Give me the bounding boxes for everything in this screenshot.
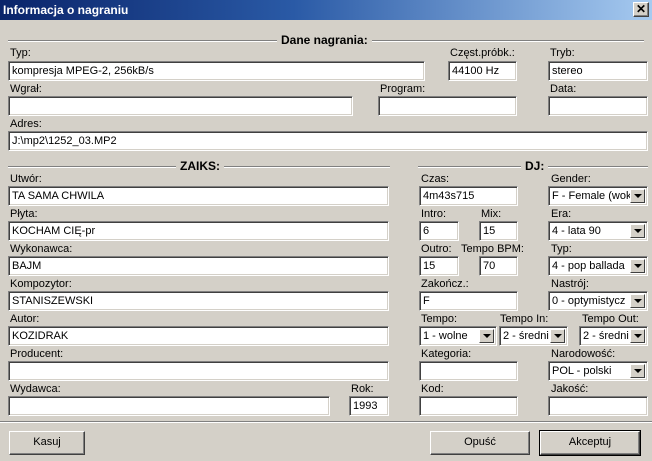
gender-value: F - Female (wok bbox=[552, 190, 632, 202]
intro-field[interactable]: 6 bbox=[419, 221, 459, 241]
type-label: Typ: bbox=[10, 47, 31, 59]
mode-label: Tryb: bbox=[550, 47, 575, 59]
tempo-in-value: 2 - średni bbox=[503, 330, 549, 342]
program-field[interactable] bbox=[378, 96, 517, 116]
title-bar: Informacja o nagraniu ✕ bbox=[0, 0, 652, 20]
bpm-label: Tempo BPM: bbox=[461, 243, 524, 255]
code-field[interactable] bbox=[419, 396, 518, 416]
date-field[interactable] bbox=[548, 96, 648, 116]
mode-field[interactable]: stereo bbox=[548, 61, 648, 81]
intro-label: Intro: bbox=[421, 208, 447, 220]
tempo-out-value: 2 - średni bbox=[583, 330, 629, 342]
tempo-out-select[interactable]: 2 - średni bbox=[579, 326, 648, 346]
era-label: Era: bbox=[551, 208, 572, 220]
date-label: Data: bbox=[550, 83, 577, 95]
separator bbox=[0, 421, 652, 423]
tempo-select[interactable]: 1 - wolne bbox=[419, 326, 497, 346]
tempo-in-label: Tempo In: bbox=[500, 313, 549, 325]
section-recording: Dane nagrania: bbox=[277, 33, 372, 47]
quality-field[interactable] bbox=[548, 396, 648, 416]
composer-label: Kompozytor: bbox=[10, 278, 72, 290]
chevron-down-icon[interactable] bbox=[550, 329, 565, 343]
chevron-down-icon[interactable] bbox=[630, 329, 645, 343]
chevron-down-icon[interactable] bbox=[630, 189, 645, 203]
title-label: Utwór: bbox=[10, 173, 42, 185]
chevron-down-icon[interactable] bbox=[630, 364, 645, 378]
gender-select[interactable]: F - Female (wok bbox=[548, 186, 648, 206]
loader-label: Wgrał: bbox=[10, 83, 42, 95]
title-field[interactable]: TA SAMA CHWILA bbox=[8, 186, 389, 206]
window-title: Informacja o nagraniu bbox=[3, 3, 129, 17]
genre-type-value: 4 - pop ballada bbox=[552, 260, 625, 272]
chevron-down-icon[interactable] bbox=[630, 294, 645, 308]
performer-field[interactable]: BAJM bbox=[8, 256, 389, 276]
year-field[interactable]: 1993 bbox=[349, 396, 389, 416]
clear-button[interactable]: Kasuj bbox=[9, 431, 85, 455]
nationality-value: POL - polski bbox=[552, 365, 612, 377]
author-label: Autor: bbox=[10, 313, 40, 325]
chevron-down-icon[interactable] bbox=[630, 224, 645, 238]
section-dj: DJ: bbox=[521, 159, 549, 173]
tempo-value: 1 - wolne bbox=[423, 330, 468, 342]
ending-field[interactable]: F bbox=[419, 291, 518, 311]
genre-type-label: Typ: bbox=[551, 243, 572, 255]
gender-label: Gender: bbox=[551, 173, 591, 185]
bpm-field[interactable]: 70 bbox=[479, 256, 518, 276]
address-label: Adres: bbox=[10, 118, 42, 130]
outro-field[interactable]: 15 bbox=[419, 256, 459, 276]
type-field[interactable]: kompresja MPEG-2, 256kB/s bbox=[8, 61, 425, 81]
author-field[interactable]: KOZIDRAK bbox=[8, 326, 389, 346]
cancel-button[interactable]: Opuść bbox=[430, 431, 530, 455]
chevron-down-icon[interactable] bbox=[479, 329, 494, 343]
nationality-select[interactable]: POL - polski bbox=[548, 361, 648, 381]
era-value: 4 - lata 90 bbox=[552, 225, 601, 237]
loader-field[interactable] bbox=[8, 96, 353, 116]
category-label: Kategoria: bbox=[421, 348, 472, 360]
year-label: Rok: bbox=[351, 383, 374, 395]
album-field[interactable]: KOCHAM CIĘ-pr bbox=[8, 221, 389, 241]
category-field[interactable] bbox=[419, 361, 518, 381]
tempo-in-select[interactable]: 2 - średni bbox=[499, 326, 568, 346]
close-icon[interactable]: ✕ bbox=[633, 2, 649, 17]
outro-label: Outro: bbox=[421, 243, 452, 255]
sample-rate-label: Częst.próbk.: bbox=[450, 47, 515, 59]
publisher-label: Wydawca: bbox=[10, 383, 61, 395]
era-select[interactable]: 4 - lata 90 bbox=[548, 221, 648, 241]
mood-label: Nastrój: bbox=[551, 278, 589, 290]
code-label: Kod: bbox=[421, 383, 444, 395]
section-zaiks: ZAIKS: bbox=[176, 159, 224, 173]
chevron-down-icon[interactable] bbox=[630, 259, 645, 273]
nationality-label: Narodowość: bbox=[551, 348, 616, 360]
mix-label: Mix: bbox=[481, 208, 502, 220]
producer-field[interactable] bbox=[8, 361, 389, 381]
time-field[interactable]: 4m43s715 bbox=[419, 186, 518, 206]
ending-label: Zakończ.: bbox=[421, 278, 469, 290]
publisher-field[interactable] bbox=[8, 396, 330, 416]
performer-label: Wykonawca: bbox=[10, 243, 73, 255]
mood-select[interactable]: 0 - optymistycz bbox=[548, 291, 648, 311]
genre-type-select[interactable]: 4 - pop ballada bbox=[548, 256, 648, 276]
program-label: Program: bbox=[380, 83, 426, 95]
producer-label: Producent: bbox=[10, 348, 64, 360]
quality-label: Jakość: bbox=[551, 383, 589, 395]
tempo-out-label: Tempo Out: bbox=[582, 313, 639, 325]
composer-field[interactable]: STANISZEWSKI bbox=[8, 291, 389, 311]
accept-button[interactable]: Akceptuj bbox=[539, 430, 641, 456]
mood-value: 0 - optymistycz bbox=[552, 295, 626, 307]
address-field[interactable]: J:\mp2\1252_03.MP2 bbox=[8, 131, 648, 151]
album-label: Płyta: bbox=[10, 208, 38, 220]
tempo-label: Tempo: bbox=[421, 313, 458, 325]
time-label: Czas: bbox=[421, 173, 450, 185]
mix-field[interactable]: 15 bbox=[479, 221, 518, 241]
sample-rate-field[interactable]: 44100 Hz bbox=[448, 61, 517, 81]
